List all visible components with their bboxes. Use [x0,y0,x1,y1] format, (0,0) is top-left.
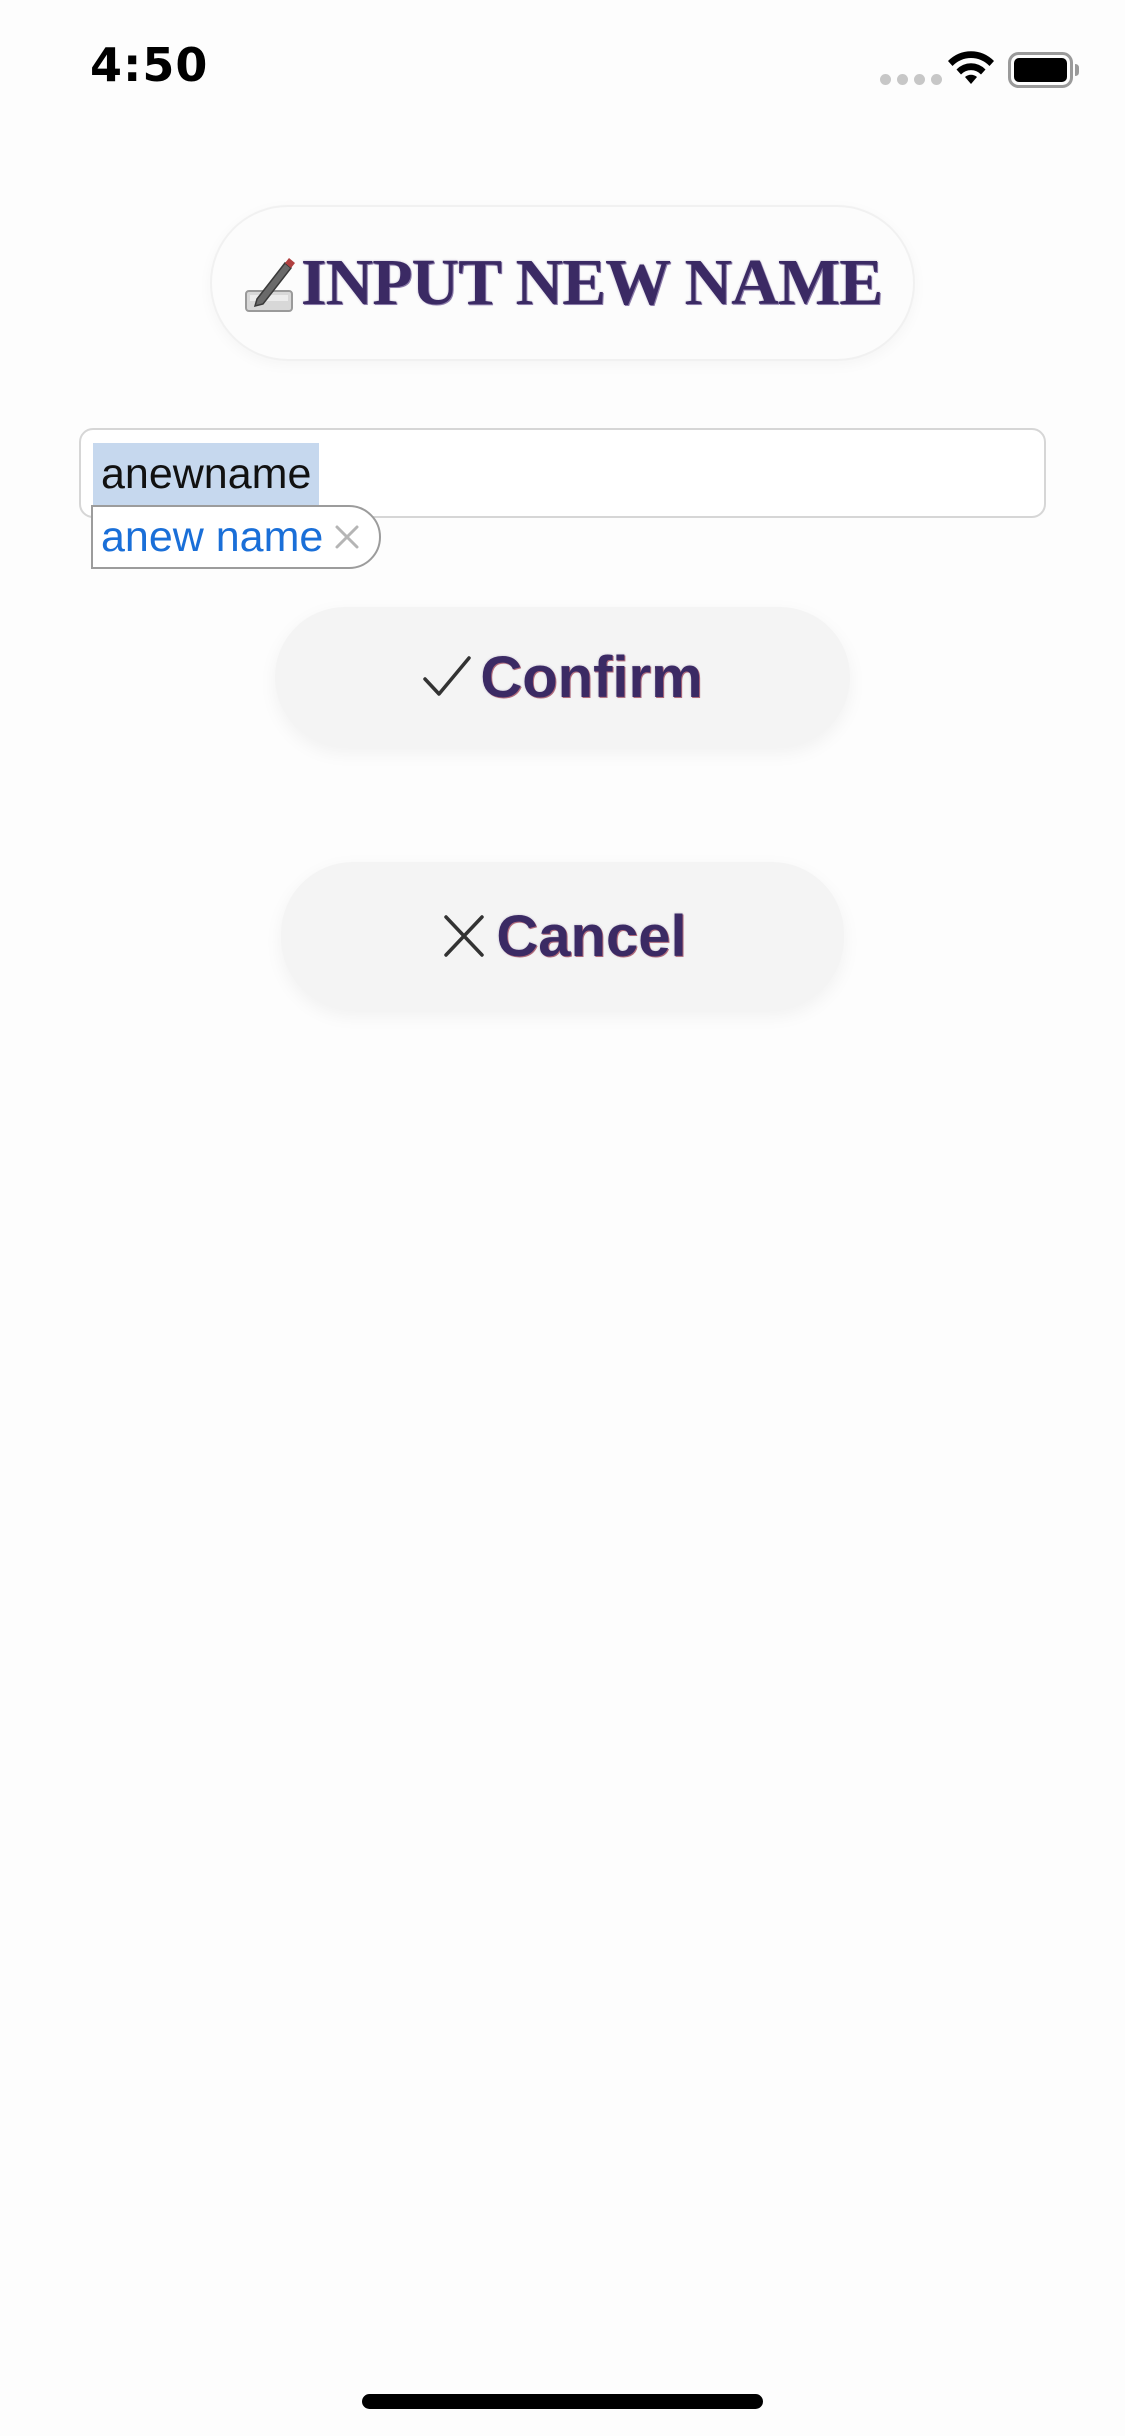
confirm-button-label: Confirm [480,644,703,710]
close-icon[interactable] [333,523,361,551]
autocorrect-suggestion[interactable]: anew name [91,505,382,569]
page-title: INPUT NEW NAME [300,246,883,319]
wifi-icon [948,51,994,84]
battery-icon [1008,52,1079,88]
confirm-button[interactable]: Confirm [275,607,850,747]
pencil-writing-icon [244,258,295,312]
status-time: 4:50 [90,38,209,92]
status-bar: 4:50 [0,0,1125,132]
cancel-button[interactable]: Cancel [281,862,844,1010]
checkmark-icon [423,656,472,696]
cancel-button-label: Cancel [496,903,687,969]
cellular-signal-icon [880,74,942,85]
title-banner: INPUT NEW NAME [210,205,915,361]
name-input-value[interactable]: anewname [93,443,320,505]
autocorrect-suggestion-text[interactable]: anew name [101,513,323,562]
home-indicator[interactable] [362,2394,763,2409]
close-icon [444,915,485,957]
